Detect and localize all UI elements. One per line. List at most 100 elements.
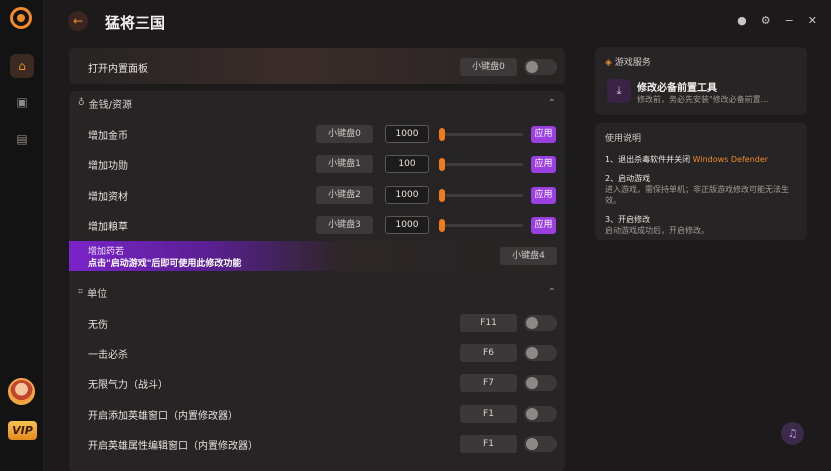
toggle-switch[interactable] — [524, 345, 557, 361]
money-row: 增加资材 小键盘2 1000 应用 — [69, 180, 565, 210]
prerequisite-tool-item[interactable]: ⤓ 修改必备前置工具 修改前，务必先安装"修改必备前置... — [607, 77, 799, 109]
minimize-icon[interactable]: − — [785, 14, 794, 27]
money-row: 增加粮草 小键盘3 1000 应用 — [69, 210, 565, 240]
service-heading: ◈ 游戏服务 — [605, 58, 651, 68]
app-logo-icon — [10, 7, 32, 29]
panel-top: 打开内置面板 小键盘0 — [69, 48, 565, 84]
unit-row: 开启英雄属性编辑窗口（内置修改器） F1 — [69, 429, 565, 459]
option-label: 一击必杀 — [88, 350, 128, 361]
service-icon: ◈ — [605, 58, 612, 68]
page-title: 猛将三国 — [105, 14, 166, 32]
step-body: 启动游戏成功后，开启修改。 — [605, 226, 709, 235]
settings-icon[interactable]: ⚙ — [761, 14, 771, 27]
value-slider[interactable] — [439, 158, 523, 171]
option-label: 打开内置面板 — [88, 64, 148, 75]
box-icon[interactable]: ▤ — [10, 127, 34, 151]
money-row: 增加金币 小键盘0 1000 应用 — [69, 119, 565, 149]
hotkey-button[interactable]: 小键盘1 — [316, 155, 373, 173]
toggle-switch[interactable] — [524, 375, 557, 391]
unit-row: 一击必杀 F6 — [69, 338, 565, 368]
vip-badge[interactable]: VIP — [8, 421, 37, 440]
hotkey-button[interactable]: F1 — [460, 435, 517, 453]
chevron-up-icon[interactable]: ⌃ — [548, 98, 556, 109]
panel-unit: ⌗ 单位 ⌃ 无伤 F11 一击必杀 F6 无限气力（战斗） F7 开启添加英雄… — [69, 277, 565, 471]
service-title: 修改必备前置工具 — [637, 83, 717, 94]
value-slider[interactable] — [439, 219, 523, 232]
value-input[interactable]: 1000 — [385, 186, 429, 204]
close-icon[interactable]: ✕ — [808, 14, 817, 27]
option-label: 增加资材 — [88, 192, 128, 203]
unit-icon: ⌗ — [78, 287, 84, 297]
service-description: 修改前，务必先安装"修改必备前置... — [637, 95, 769, 104]
apply-button[interactable]: 应用 — [531, 126, 556, 143]
option-label: 开启添加英雄窗口（内置修改器） — [88, 411, 238, 422]
start-game-banner: 增加药若 点击"启动游戏"后即可使用此修改功能 小键盘4 — [69, 241, 565, 271]
download-icon: ⤓ — [607, 79, 631, 103]
hotkey-button[interactable]: 小键盘3 — [316, 216, 373, 234]
step-highlight: Windows Defender — [692, 155, 769, 164]
hotkey-button[interactable]: F6 — [460, 344, 517, 362]
game-service-card: ◈ 游戏服务 ⤓ 修改必备前置工具 修改前，务必先安装"修改必备前置... — [595, 47, 807, 115]
hotkey-button[interactable]: F11 — [460, 314, 517, 332]
hotkey-button[interactable]: F1 — [460, 405, 517, 423]
guide-heading: 使用说明 — [605, 134, 642, 144]
headset-icon[interactable]: ♫ — [781, 422, 804, 445]
step-body: 进入游戏，需保持单机；非正版游戏修改可能无法生效。 — [605, 185, 789, 205]
step-title: 3、开启修改 — [605, 215, 651, 224]
toggle-switch[interactable] — [524, 406, 557, 422]
section-header-unit[interactable]: ⌗ 单位 ⌃ — [69, 277, 565, 307]
value-slider[interactable] — [439, 189, 523, 202]
back-button[interactable]: ← — [68, 11, 88, 31]
section-header-money[interactable]: ♁ 金钱/资源 ⌃ — [69, 91, 565, 115]
section-title: 金钱/资源 — [88, 99, 132, 111]
hotkey-button[interactable]: 小键盘2 — [316, 186, 373, 204]
apply-button[interactable]: 应用 — [531, 156, 556, 173]
guide-step: 2、启动游戏 进入游戏，需保持单机；非正版游戏修改可能无法生效。 — [605, 173, 797, 206]
value-input[interactable]: 1000 — [385, 216, 429, 234]
home-icon[interactable]: ⌂ — [10, 54, 34, 78]
apply-button[interactable]: 应用 — [531, 217, 556, 234]
toggle-switch[interactable] — [524, 436, 557, 452]
unit-row: 无伤 F11 — [69, 308, 565, 338]
option-label: 无伤 — [88, 320, 108, 331]
main-content: 打开内置面板 小键盘0 ♁ 金钱/资源 ⌃ 增加金币 小键盘0 1000 应用 … — [69, 44, 565, 471]
step-title: 2、启动游戏 — [605, 174, 651, 183]
option-label: 增加金币 — [88, 131, 128, 142]
slider-handle[interactable] — [439, 158, 445, 171]
section-title: 单位 — [87, 288, 108, 300]
record-icon[interactable]: ● — [737, 14, 747, 27]
hotkey-button[interactable]: F7 — [460, 374, 517, 392]
unit-row: 开启添加英雄窗口（内置修改器） F1 — [69, 399, 565, 429]
money-bag-icon: ♁ — [78, 98, 85, 108]
value-input[interactable]: 100 — [385, 155, 429, 173]
unit-row: 无限气力（战斗） F7 — [69, 368, 565, 398]
banner-message: 点击"启动游戏"后即可使用此修改功能 — [88, 259, 242, 269]
option-row: 打开内置面板 小键盘0 — [69, 51, 565, 81]
guide-step: 3、开启修改 启动游戏成功后，开启修改。 — [605, 214, 797, 236]
left-rail: ⌂ ▣ ▤ VIP — [0, 0, 44, 471]
toggle-switch[interactable] — [524, 59, 557, 75]
hotkey-button[interactable]: 小键盘4 — [500, 247, 557, 265]
slider-handle[interactable] — [439, 219, 445, 232]
chevron-up-icon[interactable]: ⌃ — [548, 287, 556, 298]
hotkey-button[interactable]: 小键盘0 — [316, 125, 373, 143]
value-slider[interactable] — [439, 128, 523, 141]
step-title: 1、退出杀毒软件并关闭 — [605, 155, 691, 164]
option-label: 增加粮草 — [88, 222, 128, 233]
gamepad-icon[interactable]: ▣ — [10, 90, 34, 114]
usage-guide-card: 使用说明 1、退出杀毒软件并关闭 Windows Defender 2、启动游戏… — [595, 123, 807, 240]
option-label: 增加功勋 — [88, 161, 128, 172]
hotkey-button[interactable]: 小键盘0 — [460, 58, 517, 76]
slider-handle[interactable] — [439, 189, 445, 202]
window-controls: ● ⚙ − ✕ — [737, 14, 817, 27]
guide-step: 1、退出杀毒软件并关闭 Windows Defender — [605, 154, 797, 165]
money-row: 增加功勋 小键盘1 100 应用 — [69, 149, 565, 179]
slider-handle[interactable] — [439, 128, 445, 141]
option-label: 开启英雄属性编辑窗口（内置修改器） — [88, 441, 258, 452]
toggle-switch[interactable] — [524, 315, 557, 331]
apply-button[interactable]: 应用 — [531, 187, 556, 204]
value-input[interactable]: 1000 — [385, 125, 429, 143]
option-label: 无限气力（战斗） — [88, 380, 168, 391]
header: ← 猛将三国 ● ⚙ − ✕ — [44, 0, 831, 44]
avatar[interactable] — [8, 378, 35, 405]
